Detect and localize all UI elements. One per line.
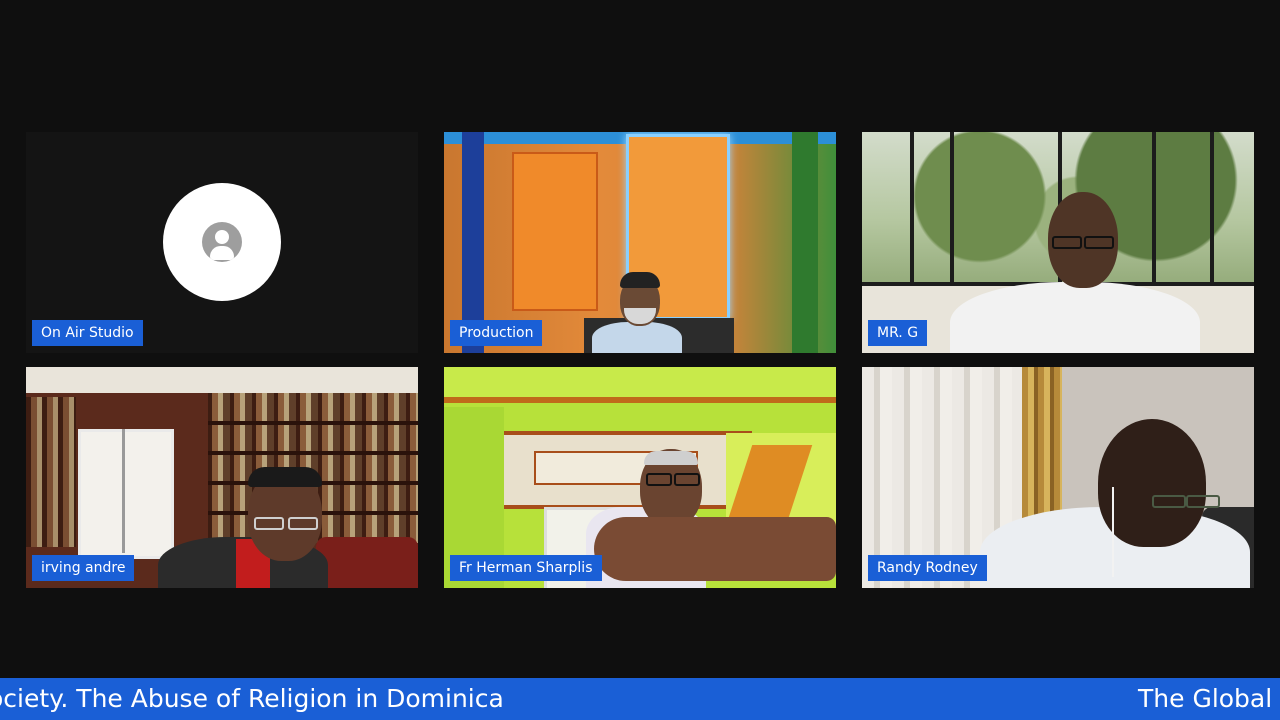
ticker-text-segment: ociety. The Abuse of Religion in Dominic… bbox=[0, 684, 504, 713]
participant-name-tag: MR. G bbox=[868, 320, 928, 346]
participant-tile-fr-herman-sharplis[interactable]: Fr Herman Sharplis bbox=[444, 367, 836, 588]
participant-name-tag: Fr Herman Sharplis bbox=[450, 555, 602, 581]
account-circle-icon bbox=[202, 222, 242, 262]
ticker-text-segment: The Global V bbox=[1138, 684, 1280, 713]
participant-name-tag: irving andre bbox=[32, 555, 135, 581]
participant-name-tag: Production bbox=[450, 320, 543, 346]
avatar bbox=[163, 183, 281, 301]
participant-name-tag: On Air Studio bbox=[32, 320, 143, 346]
participant-tile-irving-andre[interactable]: irving andre bbox=[26, 367, 418, 588]
participant-name-tag: Randy Rodney bbox=[868, 555, 987, 581]
news-ticker: ociety. The Abuse of Religion in Dominic… bbox=[0, 678, 1280, 720]
participant-tile-on-air-studio[interactable]: On Air Studio bbox=[26, 132, 418, 353]
participant-tile-randy-rodney[interactable]: Randy Rodney bbox=[862, 367, 1254, 588]
participant-tile-mr-g[interactable]: MR. G bbox=[862, 132, 1254, 353]
participant-tile-production[interactable]: Production bbox=[444, 132, 836, 353]
